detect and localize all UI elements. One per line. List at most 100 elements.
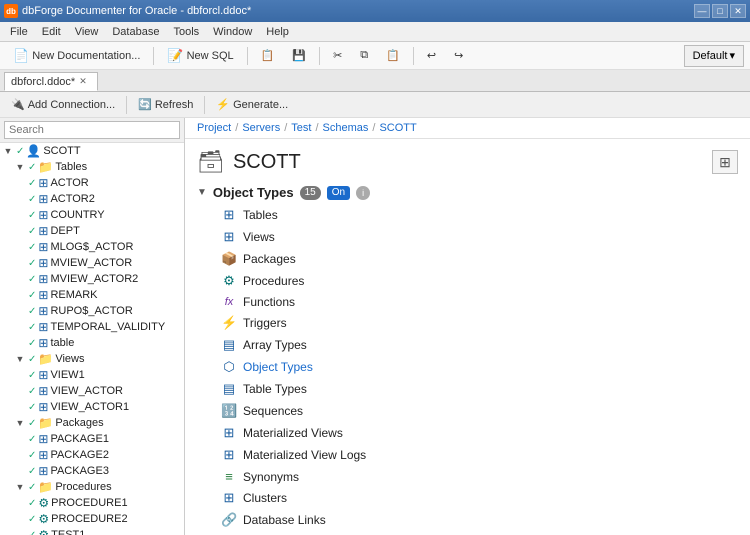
grid-view-button[interactable]: ⊞ (712, 150, 738, 174)
toolbar-separator-1 (153, 47, 154, 65)
obj-table-types[interactable]: ▤ Table Types (217, 378, 738, 400)
tab-label: dbforcl.ddoc* (11, 76, 75, 88)
tree-item-actor[interactable]: ✓⊞ACTOR (0, 175, 184, 191)
breadcrumb-servers[interactable]: Servers (242, 122, 280, 134)
redo-button[interactable]: ↪ (447, 45, 470, 67)
info-icon[interactable]: i (356, 186, 370, 200)
obj-mat-view-logs[interactable]: ⊞ Materialized View Logs (217, 444, 738, 466)
refresh-button[interactable]: 🔄 Refresh (131, 95, 200, 115)
on-badge[interactable]: On (327, 186, 350, 200)
tree-item-view1[interactable]: ✓⊞VIEW1 (0, 367, 184, 383)
tree-item-temporal[interactable]: ✓⊞TEMPORAL_VALIDITY (0, 319, 184, 335)
obj-tables[interactable]: ⊞ Tables (217, 204, 738, 226)
toolbar-icon-btn-5[interactable]: 📋 (379, 45, 407, 67)
obj-packages-label: Packages (243, 252, 296, 266)
tab-dbforcl[interactable]: dbforcl.ddoc* ✕ (4, 72, 98, 91)
tree-item-actor2[interactable]: ✓⊞ACTOR2 (0, 191, 184, 207)
menu-file[interactable]: File (4, 25, 34, 39)
search-input[interactable] (4, 121, 180, 139)
toolbar-icon-btn-3[interactable]: ✂ (326, 45, 349, 67)
object-types-header[interactable]: ▼ Object Types 15 On i (197, 181, 738, 204)
tree-item-table[interactable]: ✓⊞table (0, 335, 184, 351)
doc-icon: 📋 (261, 49, 275, 62)
menu-tools[interactable]: Tools (167, 25, 205, 39)
tab-bar: dbforcl.ddoc* ✕ (0, 70, 750, 92)
obj-db-links[interactable]: 🔗 Database Links (217, 509, 738, 531)
tree-item-view-actor[interactable]: ✓⊞VIEW_ACTOR (0, 383, 184, 399)
mat-views-icon: ⊞ (221, 425, 237, 441)
views-folder-icon: 📁 (38, 352, 53, 366)
obj-clusters[interactable]: ⊞ Clusters (217, 487, 738, 509)
tables-folder-icon: 📁 (38, 160, 53, 174)
minimize-button[interactable]: — (694, 4, 710, 18)
obj-views[interactable]: ⊞ Views (217, 226, 738, 248)
add-connection-button[interactable]: 🔌 Add Connection... (4, 95, 122, 115)
tree-item-mview-actor[interactable]: ✓⊞MVIEW_ACTOR (0, 255, 184, 271)
tree-item-pkg1[interactable]: ✓⊞PACKAGE1 (0, 431, 184, 447)
tree-item-remark[interactable]: ✓⊞REMARK (0, 287, 184, 303)
default-button[interactable]: Default ▾ (684, 45, 744, 67)
obj-packages[interactable]: 📦 Packages (217, 248, 738, 270)
toolbar-icon-btn-2[interactable]: 💾 (285, 45, 313, 67)
menu-database[interactable]: Database (106, 25, 165, 39)
tree-item-country[interactable]: ✓⊞COUNTRY (0, 207, 184, 223)
procedures-folder-icon: 📁 (38, 480, 53, 494)
toolbar-icon-btn-1[interactable]: 📋 (254, 45, 282, 67)
breadcrumb-project[interactable]: Project (197, 122, 231, 134)
maximize-button[interactable]: □ (712, 4, 728, 18)
breadcrumb-scott[interactable]: SCOTT (379, 122, 416, 134)
table-icon: ⊞ (38, 240, 48, 254)
save-icon: 💾 (292, 49, 306, 62)
obj-db-links-label: Database Links (243, 513, 326, 527)
tree-item-mview-actor2[interactable]: ✓⊞MVIEW_ACTOR2 (0, 271, 184, 287)
redo-icon: ↪ (454, 49, 463, 62)
tree-group-views[interactable]: ▼ ✓ 📁 Views (0, 351, 184, 367)
menu-help[interactable]: Help (260, 25, 295, 39)
tab-close-button[interactable]: ✕ (79, 76, 87, 87)
sequences-icon: 🔢 (221, 403, 237, 419)
close-button[interactable]: ✕ (730, 4, 746, 18)
obj-table-types-label: Table Types (243, 382, 307, 396)
tree-group-tables[interactable]: ▼ ✓ 📁 Tables (0, 159, 184, 175)
tree-item-rupo[interactable]: ✓⊞RUPO$_ACTOR (0, 303, 184, 319)
tree-item-proc1[interactable]: ✓⚙PROCEDURE1 (0, 495, 184, 511)
menu-window[interactable]: Window (207, 25, 258, 39)
menu-view[interactable]: View (69, 25, 105, 39)
breadcrumb-test[interactable]: Test (291, 122, 311, 134)
obj-procedures[interactable]: ⚙ Procedures (217, 270, 738, 292)
tree-item-pkg3[interactable]: ✓⊞PACKAGE3 (0, 463, 184, 479)
tree-group-packages[interactable]: ▼ ✓ 📁 Packages (0, 415, 184, 431)
view-icon: ⊞ (38, 368, 48, 382)
title-bar: db dbForge Documenter for Oracle - dbfor… (0, 0, 750, 22)
obj-functions[interactable]: fx Functions (217, 292, 738, 312)
obj-object-types[interactable]: ⬡ Object Types (217, 356, 738, 378)
tree-item-view-actor1[interactable]: ✓⊞VIEW_ACTOR1 (0, 399, 184, 415)
tree-root-scott[interactable]: ▼ ✓ 👤 SCOTT (0, 143, 184, 159)
copy-icon: ⧉ (360, 49, 368, 62)
default-label: Default (693, 50, 728, 62)
obj-functions-label: Functions (243, 295, 295, 309)
menu-edit[interactable]: Edit (36, 25, 67, 39)
breadcrumb-schemas[interactable]: Schemas (323, 122, 369, 134)
tree-group-procedures[interactable]: ▼ ✓ 📁 Procedures (0, 479, 184, 495)
undo-icon: ↩ (427, 49, 436, 62)
tree-item-pkg2[interactable]: ✓⊞PACKAGE2 (0, 447, 184, 463)
tree-item-mlog[interactable]: ✓⊞MLOG$_ACTOR (0, 239, 184, 255)
new-sql-button[interactable]: 📝 New SQL (160, 45, 240, 67)
tree-item-proc2[interactable]: ✓⚙PROCEDURE2 (0, 511, 184, 527)
tree-item-test1[interactable]: ✓⚙TEST1 (0, 527, 184, 535)
obj-synonyms[interactable]: ≡ Synonyms (217, 466, 738, 487)
obj-array-types[interactable]: ▤ Array Types (217, 334, 738, 356)
table-types-icon: ▤ (221, 381, 237, 397)
obj-sequences[interactable]: 🔢 Sequences (217, 400, 738, 422)
toolbar-separator-2 (247, 47, 248, 65)
new-documentation-button[interactable]: 📄 New Documentation... (6, 45, 147, 67)
obj-triggers[interactable]: ⚡ Triggers (217, 312, 738, 334)
sidebar: ▼ ✓ 👤 SCOTT ▼ ✓ 📁 Tables ✓⊞ACTOR ✓⊞ACTOR… (0, 118, 185, 535)
tree-item-dept[interactable]: ✓⊞DEPT (0, 223, 184, 239)
toolbar-icon-btn-4[interactable]: ⧉ (353, 45, 375, 67)
undo-button[interactable]: ↩ (420, 45, 443, 67)
obj-mat-views[interactable]: ⊞ Materialized Views (217, 422, 738, 444)
generate-button[interactable]: ⚡ Generate... (209, 95, 295, 115)
new-doc-icon: 📄 (13, 48, 29, 64)
